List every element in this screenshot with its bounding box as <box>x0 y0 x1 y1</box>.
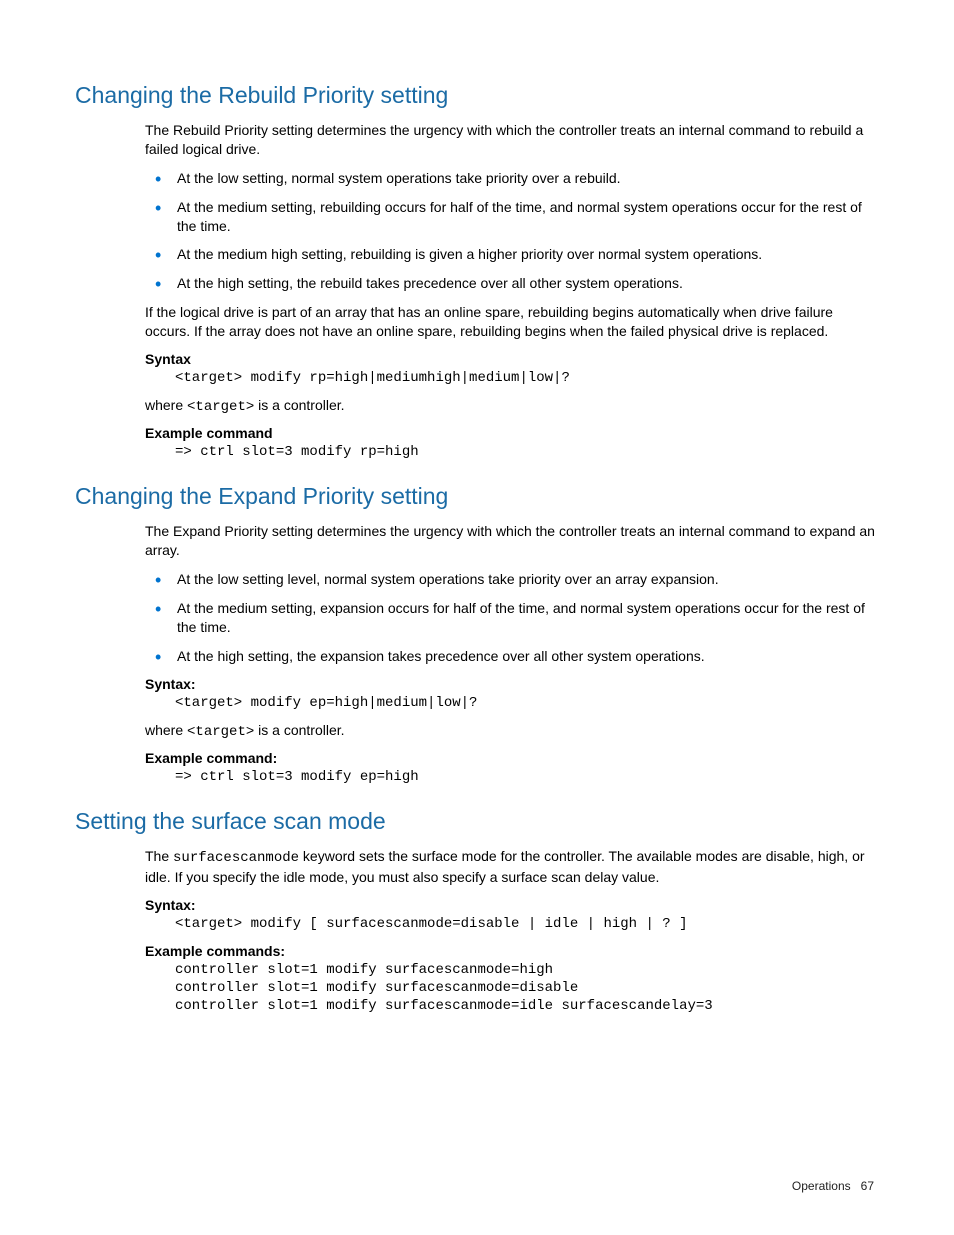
where-suffix: is a controller. <box>254 722 344 738</box>
syntax-label: Syntax <box>145 351 879 367</box>
list-item: At the high setting, the rebuild takes p… <box>145 274 879 293</box>
syntax-label: Syntax: <box>145 676 879 692</box>
intro-paragraph: The Rebuild Priority setting determines … <box>145 121 879 159</box>
syntax-code: <target> modify ep=high|medium|low|? <box>175 694 879 712</box>
list-item: At the low setting level, normal system … <box>145 570 879 589</box>
section-heading: Changing the Expand Priority setting <box>75 483 879 510</box>
section-heading: Changing the Rebuild Priority setting <box>75 82 879 109</box>
syntax-label: Syntax: <box>145 897 879 913</box>
where-prefix: where <box>145 722 187 738</box>
section-surface-scan-mode: Setting the surface scan mode The surfac… <box>75 808 879 1016</box>
list-item: At the high setting, the expansion takes… <box>145 647 879 666</box>
where-suffix: is a controller. <box>254 397 344 413</box>
where-code: <target> <box>187 724 254 740</box>
list-item: At the medium setting, expansion occurs … <box>145 599 879 637</box>
footer-page-number: 67 <box>861 1179 874 1193</box>
syntax-code: <target> modify rp=high|mediumhigh|mediu… <box>175 369 879 387</box>
example-label: Example command <box>145 425 879 441</box>
intro-paragraph: The surfacescanmode keyword sets the sur… <box>145 847 879 887</box>
syntax-code: <target> modify [ surfacescanmode=disabl… <box>175 915 879 933</box>
where-line: where <target> is a controller. <box>145 722 879 740</box>
page-footer: Operations 67 <box>792 1179 874 1193</box>
where-line: where <target> is a controller. <box>145 397 879 415</box>
example-code: => ctrl slot=3 modify ep=high <box>175 768 879 786</box>
intro-code: surfacescanmode <box>173 850 299 866</box>
section-expand-priority: Changing the Expand Priority setting The… <box>75 483 879 786</box>
intro-paragraph: The Expand Priority setting determines t… <box>145 522 879 560</box>
where-prefix: where <box>145 397 187 413</box>
list-item: At the medium setting, rebuilding occurs… <box>145 198 879 236</box>
footer-section: Operations <box>792 1179 851 1193</box>
example-code: controller slot=1 modify surfacescanmode… <box>175 961 879 1016</box>
list-item: At the medium high setting, rebuilding i… <box>145 245 879 264</box>
bullet-list: At the low setting level, normal system … <box>145 570 879 666</box>
example-code: => ctrl slot=3 modify rp=high <box>175 443 879 461</box>
section-heading: Setting the surface scan mode <box>75 808 879 835</box>
intro-prefix: The <box>145 848 173 864</box>
after-paragraph: If the logical drive is part of an array… <box>145 303 879 341</box>
bullet-list: At the low setting, normal system operat… <box>145 169 879 293</box>
section-rebuild-priority: Changing the Rebuild Priority setting Th… <box>75 82 879 461</box>
list-item: At the low setting, normal system operat… <box>145 169 879 188</box>
example-label: Example command: <box>145 750 879 766</box>
example-label: Example commands: <box>145 943 879 959</box>
where-code: <target> <box>187 399 254 415</box>
